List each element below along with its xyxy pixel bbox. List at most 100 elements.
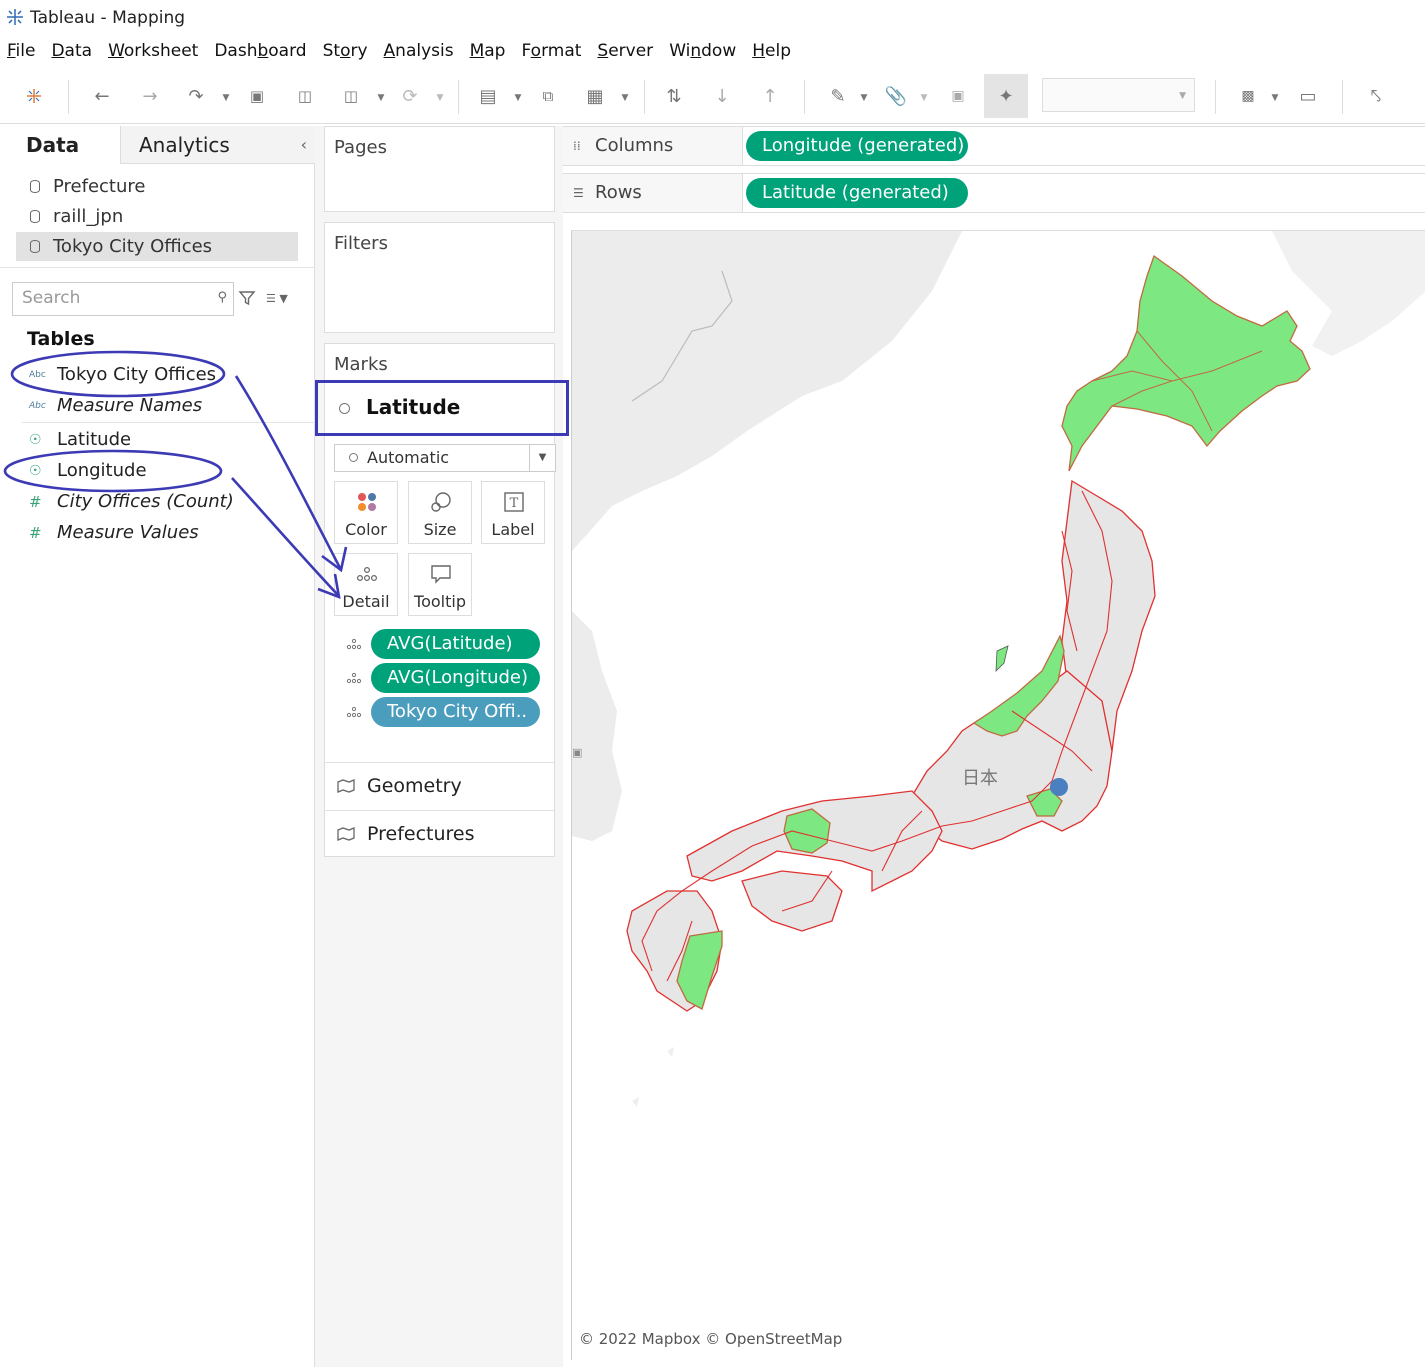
field-label: City Offices (Count) — [57, 491, 234, 512]
datasource-item-tokyo-city-offices[interactable]: Tokyo City Offices — [16, 232, 298, 261]
datasource-label: raill_jpn — [53, 206, 124, 227]
refresh-dropdown-icon[interactable]: ▼ — [435, 86, 445, 110]
fix-axes-icon[interactable]: ✦ — [984, 74, 1028, 118]
highlight-icon[interactable]: ✎ — [826, 84, 850, 108]
undo-icon[interactable]: ← — [90, 84, 114, 108]
field-measure-values[interactable]: # Measure Values — [0, 518, 315, 548]
replay-dropdown-icon[interactable]: ▼ — [221, 86, 231, 110]
menu-accelerator: o — [340, 41, 351, 61]
show-me-icon[interactable]: ▩ — [1236, 84, 1260, 108]
new-worksheet-icon[interactable]: ▤ — [476, 84, 500, 108]
highlight-dropdown-icon[interactable]: ▼ — [859, 86, 869, 110]
pill-avg-longitude[interactable]: AVG(Longitude) — [371, 663, 540, 693]
columns-shelf[interactable]: ⁞⁞ Columns Longitude (generated) — [563, 126, 1425, 166]
pages-shelf[interactable]: Pages — [324, 126, 555, 212]
rows-shelf[interactable]: ☰ Rows Latitude (generated) — [563, 173, 1425, 213]
view-options-icon[interactable]: ☰ ▼ — [266, 292, 294, 306]
datasource-icon — [30, 210, 40, 223]
detail-icon — [346, 638, 362, 650]
duplicate-sheet-icon[interactable]: ⧉ — [536, 84, 560, 108]
filter-icon[interactable] — [238, 289, 256, 307]
menu-story[interactable]: Story — [323, 36, 368, 66]
map-legend-icon[interactable]: ▣ — [572, 746, 586, 760]
menu-help[interactable]: Help — [752, 36, 791, 66]
globe-icon: ☉ — [29, 432, 42, 448]
color-button[interactable]: Color — [334, 481, 398, 544]
datasource-item-raill-jpn[interactable]: raill_jpn — [16, 202, 298, 231]
collapse-pane-icon[interactable]: ‹ — [301, 126, 307, 164]
menu-format[interactable]: Format — [521, 36, 581, 66]
group-dropdown-icon[interactable]: ▼ — [919, 86, 929, 110]
pill-tokyo-city-offices[interactable]: Tokyo City Offi.. — [371, 697, 540, 727]
menu-analysis[interactable]: Analysis — [384, 36, 454, 66]
menu-server[interactable]: Server — [597, 36, 653, 66]
pill-latitude-generated[interactable]: Latitude (generated) — [746, 178, 968, 208]
map-view[interactable]: ▣ 日本 © 2022 Mapbox © OpenStreetMap — [571, 230, 1425, 1360]
search-icon[interactable]: ⚲ — [217, 290, 227, 305]
fit-dropdown[interactable]: ▼ — [1042, 78, 1195, 112]
field-longitude[interactable]: ☉ Longitude — [0, 456, 315, 486]
menu-dashboard[interactable]: Dashboard — [214, 36, 306, 66]
clear-sheet-icon[interactable]: ▦ — [583, 84, 607, 108]
ryukyu-island — [667, 1047, 674, 1057]
field-label: Measure Names — [57, 395, 203, 416]
detail-button[interactable]: Detail — [334, 553, 398, 616]
refresh-icon[interactable]: ⟳ — [398, 84, 422, 108]
search-input[interactable] — [22, 283, 202, 313]
new-datasource-icon[interactable]: ◫ — [293, 84, 317, 108]
tooltip-button[interactable]: Tooltip — [408, 553, 472, 616]
map-country-label: 日本 — [962, 768, 998, 789]
menu-worksheet[interactable]: Worksheet — [108, 36, 198, 66]
presentation-icon[interactable]: ▭ — [1296, 84, 1320, 108]
show-labels-icon[interactable]: ▣ — [946, 84, 970, 108]
show-me-dropdown-icon[interactable]: ▼ — [1270, 86, 1280, 110]
swap-icon[interactable]: ⇅ — [662, 84, 686, 108]
group-icon[interactable]: 📎 — [884, 84, 908, 108]
korean-peninsula-landmass — [572, 611, 622, 841]
field-measure-names[interactable]: Abc Measure Names — [0, 391, 315, 421]
menu-accelerator: A — [383, 41, 396, 61]
size-button[interactable]: Size — [408, 481, 472, 544]
sakhalin-landmass — [1272, 231, 1425, 356]
tooltip-label: Tooltip — [414, 592, 466, 611]
pill-longitude-generated[interactable]: Longitude (generated) — [746, 131, 968, 161]
rows-shelf-header: ☰ Rows — [563, 174, 743, 212]
new-worksheet-dropdown-icon[interactable]: ▼ — [513, 86, 523, 110]
tab-analytics[interactable]: Analytics ‹ — [120, 126, 315, 164]
field-city-offices-count[interactable]: # City Offices (Count) — [0, 487, 315, 517]
field-latitude[interactable]: ☉ Latitude — [0, 425, 315, 455]
sort-descending-icon[interactable]: ↑ — [758, 84, 782, 108]
share-icon[interactable]: ⤣ — [1364, 84, 1388, 108]
map-attribution[interactable]: © 2022 Mapbox © OpenStreetMap — [579, 1330, 842, 1348]
menu-file[interactable]: File — [7, 36, 35, 66]
pause-dropdown-icon[interactable]: ▼ — [376, 86, 386, 110]
marks-layer-prefectures[interactable]: Prefectures — [325, 810, 554, 857]
menu-window[interactable]: Window — [669, 36, 736, 66]
menu-accelerator: F — [7, 41, 16, 61]
field-tokyo-city-offices[interactable]: Abc Tokyo City Offices — [0, 360, 315, 390]
menu-accelerator: b — [257, 41, 269, 61]
datasource-icon — [30, 240, 40, 253]
sort-ascending-icon[interactable]: ↓ — [710, 84, 734, 108]
menu-map[interactable]: Map — [470, 36, 506, 66]
label-button[interactable]: T Label — [481, 481, 545, 544]
tableau-logo-icon[interactable] — [22, 84, 46, 108]
tab-data[interactable]: Data — [0, 126, 120, 164]
marks-pill-row: AVG(Latitude) — [334, 628, 556, 660]
replay-icon[interactable]: ↷ — [184, 84, 208, 108]
mark-type-dropdown[interactable]: Automatic ▼ — [334, 444, 556, 472]
tableau-app-icon — [7, 9, 23, 25]
datasource-item-prefecture[interactable]: Prefecture — [16, 172, 298, 201]
columns-shelf-header: ⁞⁞ Columns — [563, 127, 743, 165]
clear-dropdown-icon[interactable]: ▼ — [620, 86, 630, 110]
map-layer-icon — [337, 827, 355, 841]
menu-label-part: F — [521, 41, 531, 61]
pause-updates-icon[interactable]: ◫ — [339, 84, 363, 108]
filters-shelf[interactable]: Filters — [324, 222, 555, 333]
menu-data[interactable]: Data — [51, 36, 92, 66]
redo-icon[interactable]: → — [138, 84, 162, 108]
detail-icon — [346, 706, 362, 718]
pill-avg-latitude[interactable]: AVG(Latitude) — [371, 629, 540, 659]
save-icon[interactable]: ▣ — [245, 84, 269, 108]
marks-layer-geometry[interactable]: Geometry — [325, 762, 554, 809]
